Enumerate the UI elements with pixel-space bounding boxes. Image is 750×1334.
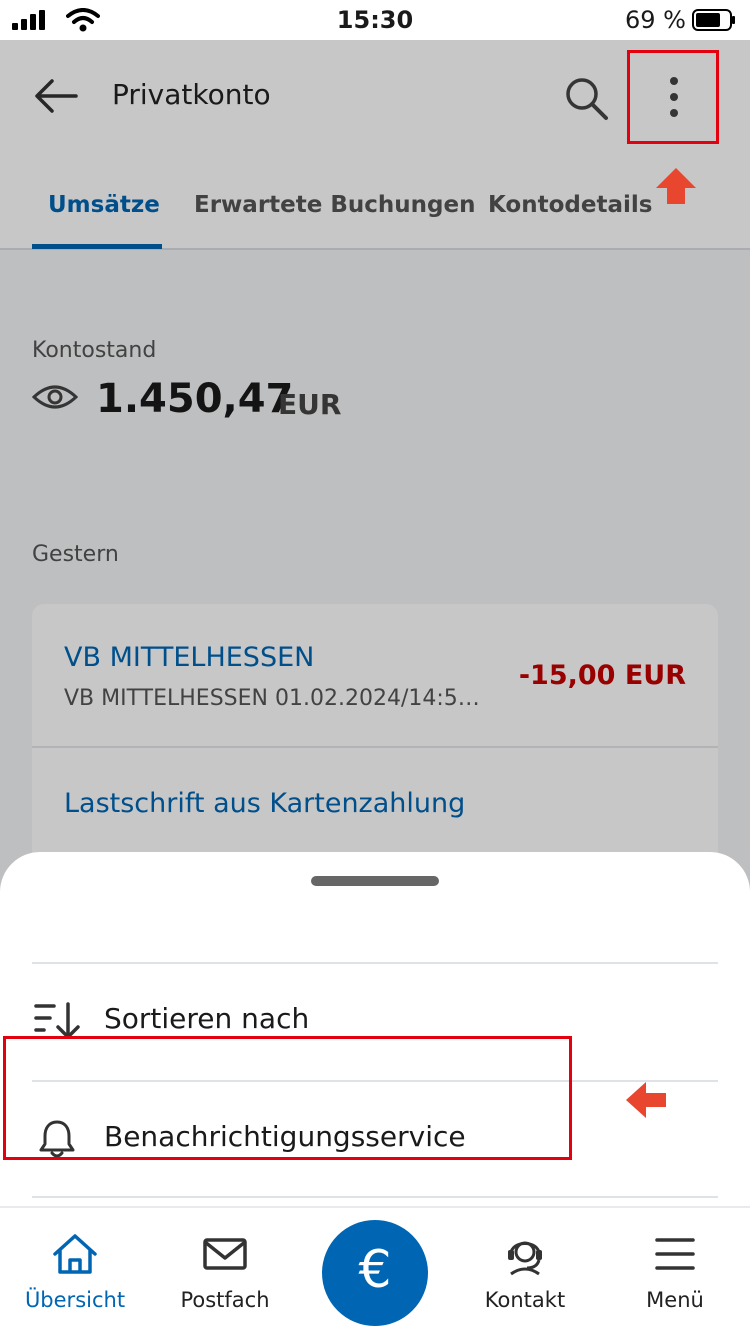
- annotation-highlight-notification: [3, 1036, 572, 1160]
- divider: [32, 1196, 718, 1198]
- mail-icon: [203, 1238, 247, 1270]
- nav-label: Menü: [646, 1288, 704, 1312]
- home-icon: [53, 1234, 97, 1274]
- nav-label: Übersicht: [24, 1288, 126, 1312]
- nav-label: Kontakt: [484, 1288, 566, 1312]
- euro-icon: €: [358, 1240, 392, 1300]
- nav-postfach[interactable]: Postfach: [150, 1208, 300, 1334]
- payment-button[interactable]: €: [322, 1220, 428, 1326]
- nav-kontakt[interactable]: Kontakt: [450, 1208, 600, 1334]
- sort-by-label: Sortieren nach: [104, 1002, 310, 1035]
- sheet-drag-handle[interactable]: [311, 876, 439, 886]
- annotation-arrow-up-icon: [656, 168, 696, 204]
- nav-uebersicht[interactable]: Übersicht: [0, 1208, 150, 1334]
- hamburger-icon: [655, 1238, 695, 1270]
- nav-menue[interactable]: Menü: [600, 1208, 750, 1334]
- nav-label: Postfach: [180, 1288, 270, 1312]
- status-bar: 15:30 69 %: [0, 0, 750, 40]
- bottom-navigation: Übersicht Postfach € Kontakt Menü: [0, 1206, 750, 1334]
- battery-icon: [692, 9, 735, 31]
- headset-icon: [508, 1241, 542, 1276]
- annotation-arrow-left-icon: [626, 1082, 666, 1118]
- annotation-highlight-more: [627, 50, 719, 144]
- battery-percent: 69 %: [625, 6, 686, 34]
